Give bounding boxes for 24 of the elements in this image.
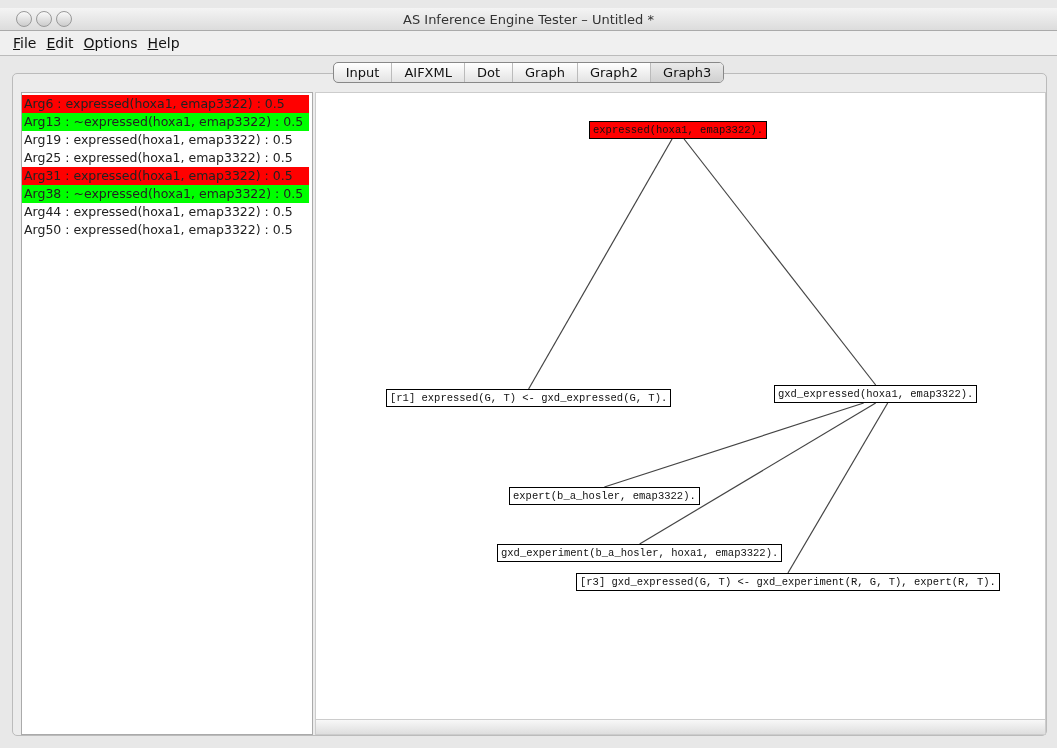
window-button[interactable] <box>16 11 32 27</box>
argument-item[interactable]: Arg31 : expressed(hoxa1, emap3322) : 0.5 <box>22 167 309 185</box>
argument-item[interactable]: Arg6 : expressed(hoxa1, emap3322) : 0.5 <box>22 95 309 113</box>
graph-node: expressed(hoxa1, emap3322). <box>589 121 768 139</box>
menu-item[interactable]: File <box>12 35 38 51</box>
tab[interactable]: Input <box>333 63 392 82</box>
tab[interactable]: AIFXML <box>391 63 464 82</box>
horizontal-scrollbar[interactable] <box>316 719 1045 734</box>
window-button[interactable] <box>36 11 52 27</box>
window-title: AS Inference Engine Tester – Untitled * <box>403 11 654 27</box>
graph-node: gxd_experiment(b_a_hosler, hoxa1, emap3322). <box>497 544 783 562</box>
graph-node: gxd_expressed(hoxa1, emap3322). <box>774 385 978 403</box>
argument-item[interactable]: Arg38 : ~expressed(hoxa1, emap3322) : 0.5 <box>22 185 309 203</box>
window-button[interactable] <box>56 11 72 27</box>
menu-item[interactable]: Options <box>82 35 139 51</box>
graph-node: [r3] gxd_expressed(G, T) <- gxd_experiment(R, G, T), expert(R, T). <box>576 573 1000 591</box>
graph-node: expert(b_a_hosler, emap3322). <box>509 487 700 505</box>
tab[interactable]: Dot <box>464 63 513 82</box>
graph-node: [r1] expressed(G, T) <- gxd_expressed(G, T). <box>386 389 672 407</box>
tab[interactable]: Graph3 <box>650 63 724 82</box>
tab[interactable]: Graph <box>512 63 577 82</box>
menu-item[interactable]: Edit <box>45 35 75 51</box>
argument-item[interactable]: Arg13 : ~expressed(hoxa1, emap3322) : 0.5 <box>22 113 309 131</box>
menu-item[interactable]: Help <box>146 35 181 51</box>
